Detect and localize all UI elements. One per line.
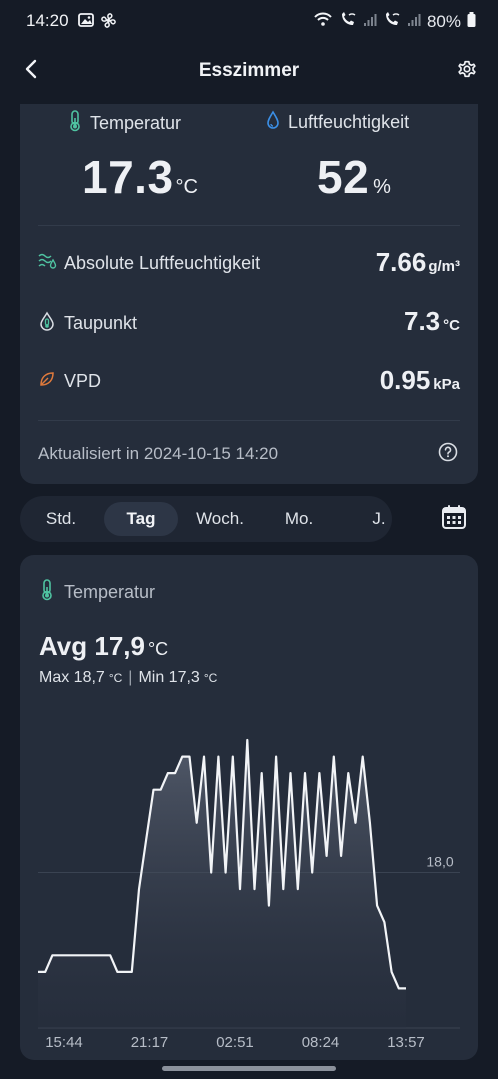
absolute-humidity-unit: g/m³ <box>428 258 460 275</box>
dewpoint-label: Taupunkt <box>64 313 138 333</box>
humidity-reading: 52 % <box>317 150 391 204</box>
help-circle-icon <box>438 442 458 466</box>
absolute-humidity-row: Absolute Luftfeuchtigkeit <box>38 252 260 275</box>
leaf-icon <box>38 370 56 393</box>
tab-week[interactable]: Woch. <box>184 502 256 536</box>
dewpoint-value: 7.3 <box>404 306 441 336</box>
app-header: Esszimmer <box>0 44 498 100</box>
status-bar: 14:20 80% <box>0 0 498 44</box>
temperature-chart-card: Temperatur Avg 17,9 °C Max 18,7 °C | Min… <box>20 555 478 1060</box>
readings-card: Temperatur 17.3 °C Luftfeuchtigkeit 52 %… <box>20 104 478 484</box>
calendar-button[interactable] <box>436 500 472 538</box>
wifi-icon <box>313 11 333 32</box>
home-indicator[interactable] <box>162 1066 336 1071</box>
x-tick-label: 15:44 <box>45 1034 83 1051</box>
temperature-header: Temperatur <box>68 110 181 137</box>
temperature-reading: 17.3 °C <box>82 150 198 204</box>
x-tick-label: 08:24 <box>302 1034 340 1051</box>
status-system-icons: 80% <box>313 11 476 32</box>
humidity-waves-icon <box>38 252 58 275</box>
divider <box>38 420 460 421</box>
x-tick-label: 02:51 <box>216 1034 254 1051</box>
humidity-header: Luftfeuchtigkeit <box>266 110 409 135</box>
vpd-reading: 0.95 kPa <box>380 365 460 396</box>
vpd-row: VPD <box>38 370 101 393</box>
absolute-humidity-reading: 7.66 g/m³ <box>376 247 460 278</box>
humidity-unit: % <box>373 176 391 198</box>
tab-day[interactable]: Tag <box>104 502 178 536</box>
page-title: Esszimmer <box>198 60 300 81</box>
wifi-call-icon-2 <box>383 11 401 32</box>
humidity-value: 52 <box>317 151 370 203</box>
absolute-humidity-value: 7.66 <box>375 247 427 277</box>
vpd-unit: kPa <box>433 376 460 393</box>
calendar-icon <box>441 504 467 535</box>
image-icon <box>78 12 94 34</box>
battery-icon <box>467 11 476 32</box>
thermometer-icon <box>68 110 82 137</box>
gear-icon <box>456 58 478 85</box>
status-notification-icons <box>78 12 117 34</box>
dewpoint-reading: 7.3 °C <box>404 306 460 337</box>
x-tick-label: 21:17 <box>131 1034 169 1051</box>
dewpoint-unit: °C <box>443 317 460 334</box>
tab-month[interactable]: Mo. <box>266 502 332 536</box>
fan-icon <box>100 12 117 34</box>
vpd-label: VPD <box>64 371 102 391</box>
signal-icon-2 <box>407 12 421 32</box>
absolute-humidity-label: Absolute Luftfeuchtigkeit <box>64 253 261 273</box>
temperature-value: 17.3 <box>82 151 174 203</box>
updated-timestamp: Aktualisiert in 2024-10-15 14:20 <box>38 444 279 463</box>
vpd-value: 0.95 <box>379 365 431 395</box>
temperature-unit: °C <box>175 176 198 198</box>
time-range-selector: Std. Tag Woch. Mo. J. <box>20 496 392 542</box>
temperature-chart[interactable]: 18,0 15:44 21:17 02:51 08:24 13:57 <box>20 555 478 1060</box>
wifi-call-icon <box>339 11 357 32</box>
humidity-label: Luftfeuchtigkeit <box>288 112 410 132</box>
dewpoint-row: Taupunkt <box>38 311 137 336</box>
battery-percentage: 80% <box>426 11 461 31</box>
divider <box>38 225 460 226</box>
x-axis: 15:44 21:17 02:51 08:24 13:57 <box>45 1034 425 1051</box>
tab-hour[interactable]: Std. <box>28 502 94 536</box>
help-button[interactable] <box>438 442 458 467</box>
settings-button[interactable] <box>450 54 484 88</box>
droplet-icon <box>266 110 280 135</box>
status-time: 14:20 <box>26 11 69 30</box>
reference-label: 18,0 <box>426 854 453 870</box>
tab-year[interactable]: J. <box>346 502 412 536</box>
dewpoint-icon <box>38 311 58 336</box>
temperature-label: Temperatur <box>90 113 182 133</box>
x-tick-label: 13:57 <box>387 1034 425 1051</box>
signal-icon <box>363 12 377 32</box>
